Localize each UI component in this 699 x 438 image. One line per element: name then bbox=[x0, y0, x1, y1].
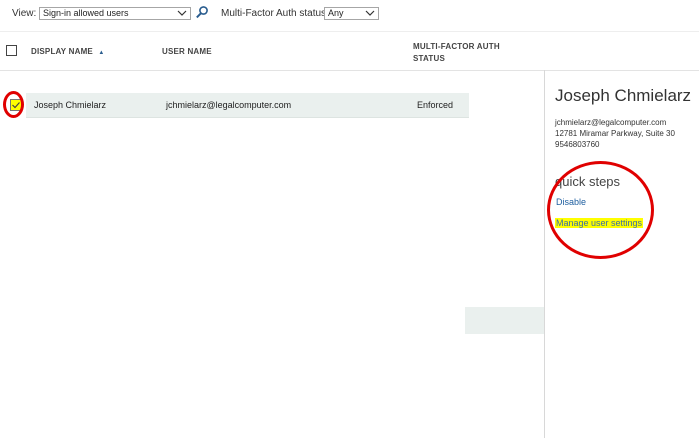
view-select[interactable]: Sign-in allowed users bbox=[39, 7, 191, 20]
detail-email: jchmielarz@legalcomputer.com bbox=[555, 118, 667, 127]
column-header-display-name-label: DISPLAY NAME bbox=[31, 47, 93, 56]
mfa-status-select-value: Any bbox=[328, 8, 344, 18]
search-icon[interactable] bbox=[195, 5, 209, 19]
view-select-value: Sign-in allowed users bbox=[43, 8, 129, 18]
chevron-down-icon bbox=[365, 10, 375, 16]
row-display-name: Joseph Chmielarz bbox=[34, 100, 107, 110]
column-header-mfa-status-line2: STATUS bbox=[413, 54, 446, 63]
chevron-down-icon bbox=[177, 10, 187, 16]
row-mfa-status: Enforced bbox=[417, 100, 454, 110]
toolbar-divider bbox=[0, 31, 699, 32]
column-header-mfa-status[interactable]: MULTI-FACTOR AUTH STATUS bbox=[413, 41, 500, 65]
column-header-mfa-status-line1: MULTI-FACTOR AUTH bbox=[413, 42, 500, 51]
view-label: View: bbox=[12, 8, 37, 19]
column-header-display-name[interactable]: DISPLAY NAME ▲ bbox=[31, 47, 105, 56]
detail-user-name: Joseph Chmielarz bbox=[555, 86, 692, 105]
annotation-circle-checkbox bbox=[3, 91, 24, 118]
sort-ascending-icon: ▲ bbox=[98, 50, 105, 56]
mfa-status-select[interactable]: Any bbox=[324, 7, 379, 20]
mfa-status-label: Multi-Factor Auth status: bbox=[221, 8, 329, 19]
detail-address: 12781 Miramar Parkway, Suite 30 bbox=[555, 129, 675, 138]
table-empty-strip bbox=[465, 307, 544, 334]
row-user-name: jchmielarz@legalcomputer.com bbox=[166, 100, 292, 110]
column-header-user-name[interactable]: USER NAME bbox=[162, 47, 212, 56]
detail-phone: 9546803760 bbox=[555, 140, 600, 149]
select-all-checkbox[interactable] bbox=[6, 45, 17, 56]
table-row[interactable]: Joseph Chmielarz jchmielarz@legalcompute… bbox=[26, 93, 469, 117]
row-bottom-border bbox=[26, 117, 469, 118]
annotation-circle-quick-steps bbox=[547, 161, 654, 259]
